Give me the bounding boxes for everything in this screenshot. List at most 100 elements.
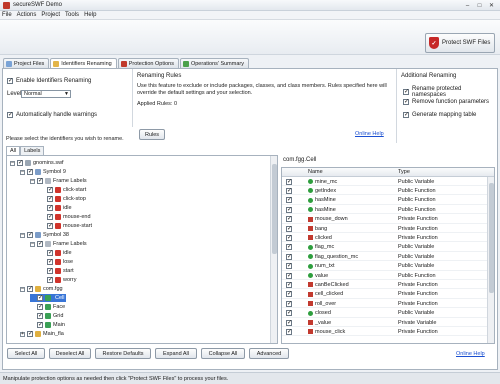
tree-row[interactable]: Grid	[30, 312, 63, 320]
row-checkbox[interactable]	[286, 225, 292, 232]
row-checkbox[interactable]	[286, 206, 292, 213]
row-checkbox[interactable]	[286, 290, 292, 298]
tree-checkbox[interactable]	[27, 231, 33, 238]
table-row[interactable]: bang Private Function	[282, 225, 487, 233]
remove-params-row[interactable]: Remove function parameters	[403, 98, 489, 105]
mapping-table-row[interactable]: Generate mapping table	[403, 111, 476, 118]
tree-row[interactable]: – Symbol 38	[20, 231, 69, 239]
tree-row[interactable]: + Main_fla	[20, 330, 64, 338]
tree-row[interactable]: – com.fgg	[20, 285, 63, 293]
rename-namespaces-row[interactable]: Rename protected namespaces	[403, 86, 497, 98]
collapse-icon[interactable]: –	[10, 160, 15, 166]
online-help-link-bottom[interactable]: Online Help	[456, 351, 485, 357]
tree-checkbox[interactable]	[37, 240, 43, 247]
tree-row[interactable]: Cell	[30, 294, 67, 302]
tree-scroll-thumb[interactable]	[272, 164, 277, 254]
tree-checkbox[interactable]	[27, 285, 33, 292]
tree-row[interactable]: worry	[40, 276, 76, 284]
auto-warnings-checkbox[interactable]	[7, 111, 13, 118]
table-row[interactable]: mouse_down Private Function	[282, 215, 487, 224]
row-checkbox[interactable]	[286, 187, 292, 194]
tree-checkbox[interactable]	[37, 303, 43, 310]
tree-checkbox[interactable]	[47, 213, 53, 220]
header-name[interactable]: Name	[308, 169, 398, 175]
tree-row[interactable]: mouse-start	[40, 222, 92, 230]
menu-project[interactable]: Project	[41, 12, 60, 18]
row-checkbox[interactable]	[286, 309, 292, 317]
level-select[interactable]: Normal ▼	[21, 90, 71, 98]
table-row[interactable]: flag_mc Public Variable	[282, 243, 487, 252]
close-button[interactable]: ✕	[486, 1, 497, 10]
table-scroll-thumb[interactable]	[489, 183, 494, 293]
table-row[interactable]: flag_question_mc Public Variable	[282, 253, 487, 262]
collapse-icon[interactable]: –	[30, 178, 35, 184]
menu-tools[interactable]: Tools	[65, 12, 79, 18]
row-checkbox[interactable]	[286, 178, 292, 185]
table-row[interactable]: _value Private Variable	[282, 319, 487, 327]
collapse-icon[interactable]: –	[20, 286, 25, 292]
auto-warnings-row[interactable]: Automatically handle warnings	[7, 111, 97, 118]
minimize-button[interactable]: –	[462, 1, 473, 10]
tree-checkbox[interactable]	[27, 168, 33, 175]
tab-operations-summary[interactable]: Operations' Summary	[179, 58, 249, 68]
tree-checkbox[interactable]	[47, 186, 53, 193]
tree-row[interactable]: – Frame Labels	[30, 240, 87, 248]
table-row[interactable]: hasMine Public Function	[282, 196, 487, 205]
tree-row[interactable]: idle	[40, 249, 72, 257]
table-row[interactable]: value Public Function	[282, 272, 487, 280]
row-checkbox[interactable]	[286, 319, 292, 326]
restore-defaults-button[interactable]: Restore Defaults	[95, 348, 151, 359]
row-checkbox[interactable]	[286, 262, 292, 270]
online-help-link[interactable]: Online Help	[355, 131, 384, 137]
header-type[interactable]: Type	[398, 169, 478, 175]
rename-namespaces-checkbox[interactable]	[403, 88, 409, 95]
table-row[interactable]: getIndex Public Function	[282, 187, 487, 196]
tree-checkbox[interactable]	[37, 321, 43, 328]
row-checkbox[interactable]	[286, 243, 292, 251]
subtab-all[interactable]: All	[6, 146, 21, 155]
tree-checkbox[interactable]	[47, 258, 53, 265]
remove-params-checkbox[interactable]	[403, 98, 409, 105]
maximize-button[interactable]: □	[474, 1, 485, 10]
tree-row[interactable]: idle	[40, 204, 72, 212]
menu-actions[interactable]: Actions	[17, 12, 37, 18]
tree-row[interactable]: click-start	[40, 186, 86, 194]
collapse-all-button[interactable]: Collapse All	[201, 348, 245, 359]
table-row[interactable]: cell_clicked Private Function	[282, 290, 487, 299]
table-row[interactable]: canBeClicked Private Function	[282, 281, 487, 290]
row-checkbox[interactable]	[286, 234, 292, 241]
mapping-table-checkbox[interactable]	[403, 111, 409, 118]
expand-icon[interactable]: +	[20, 331, 25, 337]
tree-checkbox[interactable]	[47, 249, 53, 256]
advanced-button[interactable]: Advanced	[249, 348, 289, 359]
tree-row[interactable]: click-stop	[40, 195, 86, 203]
subtab-labels[interactable]: Labels	[20, 146, 45, 155]
tab-protection-options[interactable]: Protection Options	[117, 58, 179, 68]
row-checkbox[interactable]	[286, 272, 292, 279]
tree-checkbox[interactable]	[37, 294, 43, 301]
tree-row[interactable]: Face	[30, 303, 65, 311]
collapse-icon[interactable]: –	[20, 232, 25, 238]
table-row[interactable]: mine_mc Public Variable	[282, 178, 487, 186]
tree-checkbox[interactable]	[47, 267, 53, 274]
table-row[interactable]: num_txt Public Variable	[282, 262, 487, 271]
tree-checkbox[interactable]	[47, 276, 53, 283]
tree-checkbox[interactable]	[47, 204, 53, 211]
table-row[interactable]: hasMine Public Function	[282, 206, 487, 215]
table-row[interactable]: roll_over Private Function	[282, 300, 487, 309]
tree-row[interactable]: – gnomins.swf	[10, 159, 64, 167]
table-row[interactable]: closed Public Variable	[282, 309, 487, 318]
collapse-icon[interactable]: –	[20, 169, 25, 175]
row-checkbox[interactable]	[286, 300, 292, 307]
row-checkbox[interactable]	[286, 253, 292, 260]
tree-checkbox[interactable]	[17, 159, 23, 166]
table-scrollbar[interactable]	[487, 177, 494, 343]
select-all-button[interactable]: Select All	[7, 348, 45, 359]
tree-scrollbar[interactable]	[270, 156, 277, 343]
table-row[interactable]: mouse_click Private Function	[282, 328, 487, 337]
tab-project-files[interactable]: Project Files	[3, 58, 50, 68]
enable-renaming-checkbox[interactable]	[7, 77, 13, 84]
tree-checkbox[interactable]	[47, 222, 53, 229]
expand-all-button[interactable]: Expand All	[155, 348, 197, 359]
tree-checkbox[interactable]	[37, 312, 43, 319]
